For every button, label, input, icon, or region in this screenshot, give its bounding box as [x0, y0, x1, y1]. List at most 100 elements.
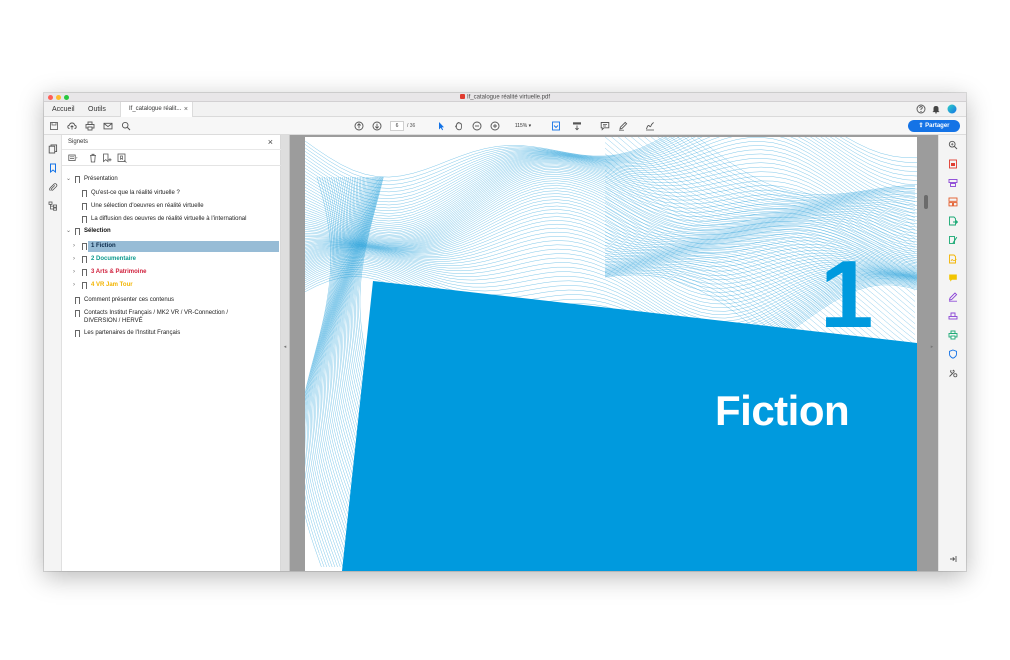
main-toolbar: 6 / 36 115% ▾ ⇪ Partager	[44, 117, 966, 135]
bookmarks-panel-title: Signets	[68, 139, 89, 145]
bookmark-label: Une sélection d'oeuvres en réalité virtu…	[91, 203, 204, 209]
wave-line	[611, 137, 916, 218]
comment-tool-icon[interactable]	[947, 272, 959, 284]
collapse-right-panel-icon[interactable]: ▸	[928, 342, 936, 352]
bookmark-item[interactable]: La diffusion des oeuvres de réalité virt…	[62, 214, 281, 225]
bookmark-label-line2: DIVERSION / HERVÉ	[84, 318, 143, 324]
bookmark-label: Présentation	[84, 176, 118, 182]
fill-and-sign-icon[interactable]	[947, 291, 959, 303]
bookmark-icon	[82, 256, 87, 265]
page-thumbnails-icon[interactable]	[47, 143, 59, 155]
bookmark-label: Sélection	[84, 228, 111, 234]
highlight-pen-icon[interactable]	[617, 120, 629, 132]
chapter-title: Fiction	[715, 387, 850, 434]
bookmarks-panel-icon[interactable]	[47, 162, 59, 174]
share-button-label: Partager	[925, 123, 950, 129]
bookmark-label: Comment présenter ces contenus	[84, 297, 175, 303]
bookmark-icon	[82, 216, 87, 225]
vertical-scrollbar[interactable]	[924, 195, 928, 209]
new-bookmark-icon[interactable]	[101, 152, 113, 164]
bookmark-item[interactable]: Les partenaires de l'Institut Français	[62, 328, 281, 339]
chapter-number: 1	[820, 241, 873, 348]
search-icon[interactable]	[120, 120, 132, 132]
zoom-out-icon[interactable]	[471, 120, 483, 132]
scan-ocr-icon[interactable]	[947, 310, 959, 322]
bookmark-from-structure-icon[interactable]	[116, 152, 128, 164]
protect-shield-icon[interactable]	[947, 348, 959, 360]
more-tools-icon[interactable]	[947, 367, 959, 379]
next-page-icon[interactable]	[371, 120, 383, 132]
help-icon[interactable]	[915, 103, 927, 115]
bookmark-item[interactable]: Une sélection d'oeuvres en réalité virtu…	[62, 201, 281, 212]
tab-tools[interactable]: Outils	[88, 102, 106, 117]
zoom-in-icon[interactable]	[489, 120, 501, 132]
create-pdf-icon[interactable]	[947, 158, 959, 170]
document-viewer[interactable]: ◂ 1 Fiction 6 ▸	[281, 135, 938, 571]
expand-chevron-right-icon[interactable]: ›	[73, 241, 79, 252]
hand-tool-icon[interactable]	[453, 120, 465, 132]
left-navigation-rail	[44, 135, 62, 571]
tab-bar: Accueil Outils If_catalogue réalit... ×	[44, 102, 966, 117]
export-pdf-icon[interactable]	[947, 215, 959, 227]
bookmark-item[interactable]: › 3 Arts & Patrimoine	[62, 267, 281, 278]
sign-icon[interactable]	[644, 120, 656, 132]
bookmark-item[interactable]: ⌄ Sélection	[62, 226, 281, 237]
scroll-mode-icon[interactable]	[571, 120, 583, 132]
organize-pages-icon[interactable]	[947, 196, 959, 208]
structure-tree-icon[interactable]	[47, 200, 59, 212]
zoom-level-select[interactable]: 115% ▾	[510, 121, 536, 131]
combine-files-icon[interactable]	[947, 177, 959, 189]
edit-pdf-icon[interactable]	[947, 234, 959, 246]
bookmark-item[interactable]: › 4 VR Jam Tour	[62, 280, 281, 291]
page-number-input[interactable]: 6	[390, 121, 404, 131]
comment-icon[interactable]	[599, 120, 611, 132]
share-button[interactable]: ⇪ Partager	[908, 120, 960, 132]
bookmark-icon	[75, 176, 80, 185]
select-cursor-icon[interactable]	[435, 120, 447, 132]
save-icon[interactable]	[48, 120, 60, 132]
expand-chevron-down-icon[interactable]: ⌄	[66, 226, 72, 237]
window-title: If_catalogue réalité virtuelle.pdf	[44, 94, 966, 102]
email-icon[interactable]	[102, 120, 114, 132]
bookmark-item[interactable]: › 1 Fiction	[62, 241, 281, 252]
expand-chevron-right-icon[interactable]: ›	[73, 280, 79, 291]
bookmark-options-icon[interactable]	[67, 152, 79, 164]
fit-page-icon[interactable]	[550, 120, 562, 132]
bookmark-label: 1 Fiction	[91, 243, 116, 249]
print-icon[interactable]	[84, 120, 96, 132]
print-production-icon[interactable]	[947, 329, 959, 341]
left-panel-collapse-strip[interactable]: ◂	[281, 135, 290, 571]
expand-chevron-right-icon[interactable]: ›	[73, 254, 79, 265]
wave-line	[305, 158, 917, 228]
bookmark-label: 3 Arts & Patrimoine	[91, 269, 147, 275]
tab-close-icon[interactable]: ×	[184, 102, 188, 117]
expand-chevron-down-icon[interactable]: ⌄	[66, 174, 72, 185]
notifications-bell-icon[interactable]	[930, 103, 942, 115]
bookmark-icon	[75, 310, 80, 319]
user-avatar[interactable]	[946, 103, 958, 115]
bookmark-icon	[75, 297, 80, 306]
bookmark-item[interactable]: Comment présenter ces contenus	[62, 295, 281, 306]
bookmark-item[interactable]: Qu'est-ce que la réalité virtuelle ?	[62, 188, 281, 199]
bookmark-icon	[82, 269, 87, 278]
bookmark-item[interactable]: ⌄ Présentation	[62, 174, 281, 185]
bookmarks-toolbar	[62, 150, 281, 166]
bookmark-icon	[82, 190, 87, 199]
previous-page-icon[interactable]	[353, 120, 365, 132]
wave-line	[637, 137, 916, 209]
collapse-left-panel-icon[interactable]: ◂	[281, 342, 289, 352]
bookmark-item[interactable]: Contacts Institut Français / MK2 VR / VR…	[62, 308, 281, 330]
bookmarks-panel-close-icon[interactable]: ×	[268, 136, 273, 148]
bookmark-item[interactable]: › 2 Documentaire	[62, 254, 281, 265]
bookmark-icon	[75, 330, 80, 339]
bookmark-icon	[82, 243, 87, 252]
request-signature-icon[interactable]	[947, 253, 959, 265]
delete-bookmark-icon[interactable]	[87, 152, 99, 164]
tab-document[interactable]: If_catalogue réalit... ×	[120, 102, 193, 117]
expand-chevron-right-icon[interactable]: ›	[73, 267, 79, 278]
tab-home[interactable]: Accueil	[52, 102, 75, 117]
collapse-tools-pane-icon[interactable]	[947, 553, 959, 565]
cloud-upload-icon[interactable]	[66, 120, 78, 132]
zoom-tool-icon[interactable]	[947, 139, 959, 151]
attachments-icon[interactable]	[47, 181, 59, 193]
